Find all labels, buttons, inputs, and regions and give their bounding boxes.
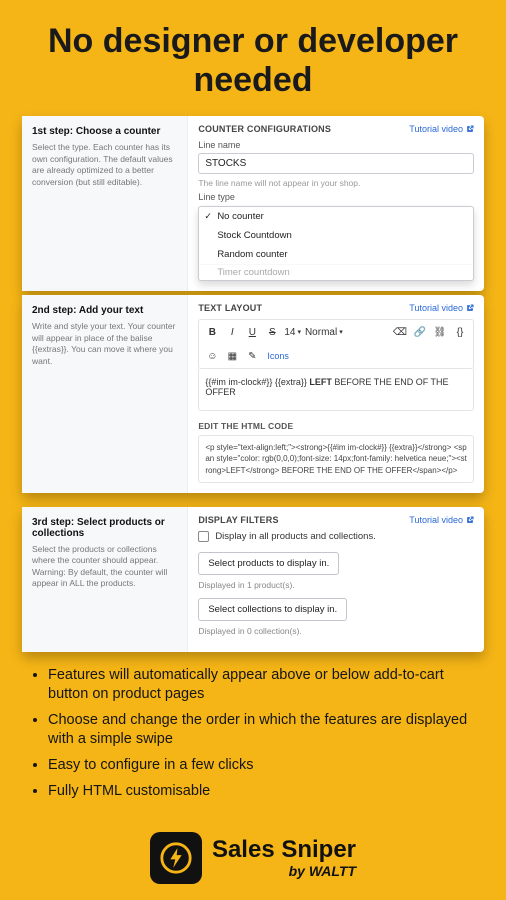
format-select[interactable]: Normal▾	[305, 324, 343, 340]
image-button[interactable]: ▦	[224, 348, 240, 364]
line-name-label: Line name	[198, 140, 474, 150]
font-size-select[interactable]: 14▾	[284, 324, 301, 340]
step2-sidebar: 2nd step: Add your text Write and style …	[22, 295, 188, 493]
line-type-label: Line type	[198, 192, 474, 202]
step2-content: TEXT LAYOUT Tutorial video B I U S 14▾ N…	[188, 295, 484, 493]
step3-section-label: DISPLAY FILTERS	[198, 515, 278, 525]
dropdown-option[interactable]: ✓No counter	[199, 207, 473, 226]
editor-content: {{#im im-clock#}} {{extra}} LEFT BEFORE …	[205, 377, 448, 397]
rich-text-editor[interactable]: {{#im im-clock#}} {{extra}} LEFT BEFORE …	[198, 369, 474, 411]
feature-bullets: Features will automatically appear above…	[48, 666, 476, 801]
step3-sidebar: 3rd step: Select products or collections…	[22, 507, 188, 652]
bolt-icon	[159, 841, 193, 875]
page-headline: No designer or developer needed	[0, 0, 506, 110]
select-collections-button[interactable]: Select collections to display in.	[198, 598, 347, 621]
rich-text-toolbar: B I U S 14▾ Normal▾ ⌫ 🔗 ⛓ {} ☺ ▦ ✎ Icons	[198, 319, 474, 369]
link-button[interactable]: 🔗	[412, 324, 428, 340]
tutorial-label: Tutorial video	[409, 303, 463, 313]
chevron-down-icon: ▾	[339, 328, 343, 336]
brand-name: Sales Sniper	[212, 838, 356, 862]
checkbox-label: Display in all products and collections.	[215, 531, 376, 542]
line-type-dropdown[interactable]: ✓No counter Stock Countdown Random count…	[198, 206, 474, 281]
step1-desc: Select the type. Each counter has its ow…	[32, 142, 177, 188]
brand-footer: Sales Sniper by WALTT	[0, 832, 506, 884]
external-link-icon	[466, 516, 474, 524]
step3-panel: 3rd step: Select products or collections…	[22, 507, 484, 652]
line-name-hint: The line name will not appear in your sh…	[198, 178, 474, 188]
emoji-button[interactable]: ☺	[204, 348, 220, 364]
bold-button[interactable]: B	[204, 324, 220, 340]
brand-logo	[150, 832, 202, 884]
unlink-button[interactable]: ⛓	[432, 324, 448, 340]
step1-title: 1st step: Choose a counter	[32, 126, 177, 137]
select-products-button[interactable]: Select products to display in.	[198, 552, 339, 575]
tutorial-label: Tutorial video	[409, 124, 463, 134]
icons-link[interactable]: Icons	[267, 351, 289, 361]
brand-text: Sales Sniper by WALTT	[212, 838, 356, 878]
products-count: Displayed in 1 product(s).	[198, 580, 474, 590]
step2-desc: Write and style your text. Your counter …	[32, 321, 177, 367]
tutorial-label: Tutorial video	[409, 515, 463, 525]
external-link-icon	[466, 125, 474, 133]
collections-count: Displayed in 0 collection(s).	[198, 626, 474, 636]
step1-section-label: COUNTER CONFIGURATIONS	[198, 124, 331, 134]
step3-title: 3rd step: Select products or collections	[32, 517, 177, 539]
html-code-box[interactable]: <p style="text-align:left;"><strong>{{#i…	[198, 435, 474, 483]
dropdown-option[interactable]: Random counter	[199, 245, 473, 264]
list-item: Choose and change the order in which the…	[48, 711, 476, 750]
checkbox[interactable]	[198, 531, 209, 542]
step3-desc: Select the products or collections where…	[32, 544, 177, 590]
dropdown-option[interactable]: Timer countdown	[199, 264, 473, 280]
external-link-icon	[466, 304, 474, 312]
step2-title: 2nd step: Add your text	[32, 305, 177, 316]
list-item: Fully HTML customisable	[48, 782, 476, 802]
dropdown-option[interactable]: Stock Countdown	[199, 226, 473, 245]
check-icon: ✓	[204, 211, 212, 222]
clear-format-button[interactable]: ⌫	[392, 324, 408, 340]
undo-button[interactable]: ✎	[244, 348, 260, 364]
step3-content: DISPLAY FILTERS Tutorial video Display i…	[188, 507, 484, 652]
step2-section-label: TEXT LAYOUT	[198, 303, 262, 313]
tutorial-link-step3[interactable]: Tutorial video	[409, 515, 474, 525]
html-code-label: EDIT THE HTML CODE	[198, 421, 474, 431]
strike-button[interactable]: S	[264, 324, 280, 340]
italic-button[interactable]: I	[224, 324, 240, 340]
step2-panel: 2nd step: Add your text Write and style …	[22, 295, 484, 493]
tutorial-link-step1[interactable]: Tutorial video	[409, 124, 474, 134]
code-button[interactable]: {}	[452, 324, 468, 340]
line-name-input[interactable]	[198, 153, 474, 174]
tutorial-link-step2[interactable]: Tutorial video	[409, 303, 474, 313]
chevron-down-icon: ▾	[297, 328, 301, 336]
list-item: Features will automatically appear above…	[48, 666, 476, 705]
step1-content: COUNTER CONFIGURATIONS Tutorial video Li…	[188, 116, 484, 291]
list-item: Easy to configure in a few clicks	[48, 756, 476, 776]
step1-panel: 1st step: Choose a counter Select the ty…	[22, 116, 484, 291]
display-all-row[interactable]: Display in all products and collections.	[198, 531, 474, 542]
step1-sidebar: 1st step: Choose a counter Select the ty…	[22, 116, 188, 291]
brand-by: by WALTT	[289, 864, 356, 878]
underline-button[interactable]: U	[244, 324, 260, 340]
